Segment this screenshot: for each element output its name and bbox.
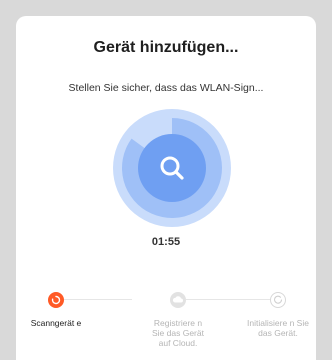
init-circle-icon bbox=[273, 295, 283, 304]
progress-steps: Scanngerät e Registriere n Sie das Gerät… bbox=[16, 288, 316, 360]
step-init-dot bbox=[270, 292, 286, 308]
step-scan-dot bbox=[48, 292, 64, 308]
step-label-register: Registriere n Sie das Gerät auf Cloud. bbox=[152, 318, 204, 348]
step-label-init: Initialisiere n Sie das Gerät. bbox=[247, 318, 309, 338]
add-device-dialog: Gerät hinzufügen... Stellen Sie sicher, … bbox=[16, 16, 316, 360]
step-connector bbox=[186, 299, 270, 300]
step-label-scan: Scanngerät e bbox=[30, 318, 82, 328]
step-connector bbox=[64, 299, 132, 300]
scanning-spinner-icon bbox=[51, 295, 61, 305]
radar-inner-circle bbox=[138, 134, 206, 202]
scan-radar bbox=[113, 109, 231, 227]
cloud-icon bbox=[172, 296, 183, 303]
step-cloud-dot bbox=[170, 292, 186, 308]
wifi-hint-text: Stellen Sie sicher, dass das WLAN-Sign..… bbox=[68, 82, 264, 94]
countdown-timer: 01:55 bbox=[151, 236, 181, 248]
dialog-title: Gerät hinzufügen... bbox=[93, 39, 239, 56]
